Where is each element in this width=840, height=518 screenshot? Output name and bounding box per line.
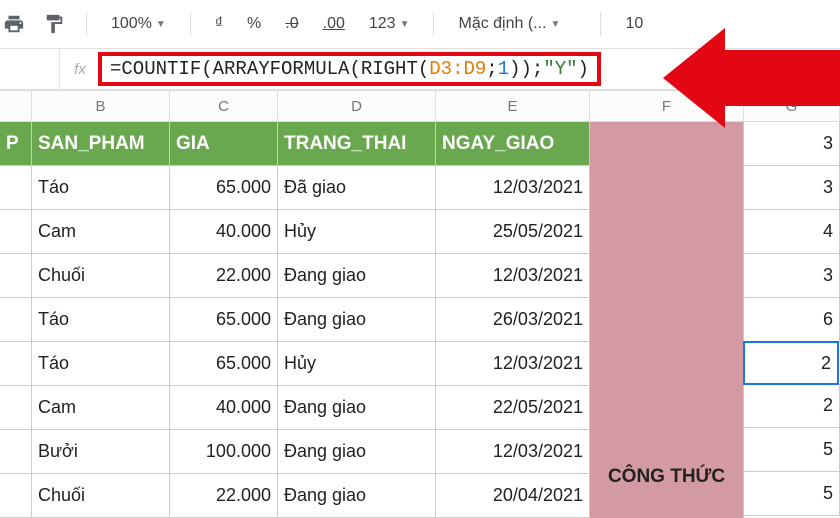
table-row: Táo65.000Đã giao12/03/2021 <box>0 166 590 210</box>
cell[interactable]: 4 <box>744 210 840 254</box>
cell[interactable] <box>0 430 32 474</box>
cell[interactable]: Bưởi <box>32 430 170 474</box>
paint-format-icon[interactable] <box>40 10 68 38</box>
cell[interactable]: 2 <box>744 384 840 428</box>
table-row: Cam40.000Đang giao22/05/2021 <box>0 386 590 430</box>
cell[interactable]: 3 <box>744 254 840 298</box>
table-header-row: P SAN_PHAM GIA TRANG_THAI NGAY_GIAO <box>0 122 590 166</box>
cell[interactable]: Hủy <box>278 210 436 254</box>
cell[interactable]: 5 <box>744 428 840 472</box>
cell[interactable]: Táo <box>32 166 170 210</box>
fx-label: fx <box>60 61 100 78</box>
cell[interactable] <box>0 386 32 430</box>
cell[interactable]: Đang giao <box>278 254 436 298</box>
cell[interactable]: 20/04/2021 <box>436 474 590 518</box>
formula-token-string: "Y" <box>543 58 577 80</box>
cell[interactable]: 3 <box>744 166 840 210</box>
header-cell[interactable]: P <box>0 122 32 166</box>
formula-token-number: 1 <box>498 58 509 80</box>
zoom-value: 100% <box>111 15 152 33</box>
cell[interactable]: Đã giao <box>278 166 436 210</box>
cell[interactable]: 12/03/2021 <box>436 166 590 210</box>
table-row: Chuối22.000Đang giao12/03/2021 <box>0 254 590 298</box>
cell[interactable] <box>0 210 32 254</box>
merged-cell-congthuc[interactable]: CÔNG THỨC <box>590 122 744 518</box>
percent-button[interactable]: % <box>241 13 267 35</box>
formula-token: ) <box>578 58 589 80</box>
cell[interactable]: Đang giao <box>278 474 436 518</box>
cell[interactable] <box>0 342 32 386</box>
toolbar-separator <box>190 12 191 36</box>
cell[interactable]: 12/03/2021 <box>436 254 590 298</box>
formula-token: ; <box>486 58 497 80</box>
cell[interactable]: Chuối <box>32 474 170 518</box>
col-header[interactable]: D <box>278 90 436 122</box>
table-row: Táo65.000Đang giao26/03/2021 <box>0 298 590 342</box>
cell[interactable]: 26/03/2021 <box>436 298 590 342</box>
currency-button[interactable]: ₫ <box>209 13 229 35</box>
toolbar-separator <box>600 12 601 36</box>
chevron-down-icon: ▼ <box>156 19 166 30</box>
cell[interactable]: Cam <box>32 210 170 254</box>
cell[interactable]: 6 <box>744 298 840 342</box>
cell[interactable]: Táo <box>32 298 170 342</box>
header-cell[interactable]: SAN_PHAM <box>32 122 170 166</box>
col-header-corner[interactable] <box>0 90 32 122</box>
table-row: Cam40.000Hủy25/05/2021 <box>0 210 590 254</box>
cell[interactable]: 40.000 <box>170 386 278 430</box>
cell[interactable]: 22.000 <box>170 254 278 298</box>
cell[interactable]: Đang giao <box>278 298 436 342</box>
cell[interactable] <box>0 298 32 342</box>
formula-token: =COUNTIF(ARRAYFORMULA(RIGHT( <box>110 58 429 80</box>
chevron-down-icon: ▼ <box>551 19 561 30</box>
cell[interactable]: 65.000 <box>170 342 278 386</box>
cell[interactable]: 12/03/2021 <box>436 342 590 386</box>
cell[interactable]: Hủy <box>278 342 436 386</box>
increase-decimal-button[interactable]: .00 <box>317 13 351 35</box>
chevron-down-icon: ▼ <box>400 19 410 30</box>
col-header[interactable]: B <box>32 90 170 122</box>
cell[interactable]: Táo <box>32 342 170 386</box>
col-header[interactable]: E <box>436 90 590 122</box>
decrease-decimal-button[interactable]: .0 <box>279 13 304 35</box>
formula-highlight-box: =COUNTIF(ARRAYFORMULA(RIGHT(D3:D9;1));"Y… <box>98 52 601 86</box>
number-format-dropdown[interactable]: 123 ▼ <box>363 13 416 35</box>
header-cell[interactable]: GIA <box>170 122 278 166</box>
toolbar-separator <box>433 12 434 36</box>
cell[interactable]: 40.000 <box>170 210 278 254</box>
cell[interactable]: 65.000 <box>170 166 278 210</box>
formula-token: )); <box>509 58 543 80</box>
table-row: Bưởi100.000Đang giao12/03/2021 <box>0 430 590 474</box>
cell[interactable]: 12/03/2021 <box>436 430 590 474</box>
cell[interactable]: 22.000 <box>170 474 278 518</box>
cell[interactable]: 22/05/2021 <box>436 386 590 430</box>
print-icon[interactable] <box>0 10 28 38</box>
table-row: Táo65.000Hủy12/03/2021 <box>0 342 590 386</box>
header-cell[interactable]: TRANG_THAI <box>278 122 436 166</box>
cell[interactable]: 65.000 <box>170 298 278 342</box>
cell[interactable] <box>0 254 32 298</box>
name-box[interactable] <box>0 49 60 89</box>
formula-token-range: D3:D9 <box>429 58 486 80</box>
cell[interactable]: Cam <box>32 386 170 430</box>
header-cell[interactable]: NGAY_GIAO <box>436 122 590 166</box>
cell[interactable]: 5 <box>744 472 840 516</box>
cell[interactable]: 2 <box>743 341 839 385</box>
cell[interactable] <box>0 474 32 518</box>
zoom-dropdown[interactable]: 100% ▼ <box>105 13 172 35</box>
cell[interactable]: Chuối <box>32 254 170 298</box>
cell[interactable]: 100.000 <box>170 430 278 474</box>
table-row: Chuối22.000Đang giao20/04/2021 <box>0 474 590 518</box>
cell[interactable]: Đang giao <box>278 386 436 430</box>
cell[interactable]: Đang giao <box>278 430 436 474</box>
fontsize-dropdown[interactable]: 10 <box>619 13 649 35</box>
column-g: 3 34362255 <box>744 122 840 518</box>
col-header[interactable]: C <box>170 90 278 122</box>
cell[interactable]: 3 <box>744 122 840 166</box>
spreadsheet-grid: P SAN_PHAM GIA TRANG_THAI NGAY_GIAO Táo6… <box>0 122 840 518</box>
font-dropdown[interactable]: Mặc định (... ▼ <box>452 13 582 35</box>
cell[interactable] <box>0 166 32 210</box>
toolbar-separator <box>86 12 87 36</box>
cell[interactable]: 25/05/2021 <box>436 210 590 254</box>
